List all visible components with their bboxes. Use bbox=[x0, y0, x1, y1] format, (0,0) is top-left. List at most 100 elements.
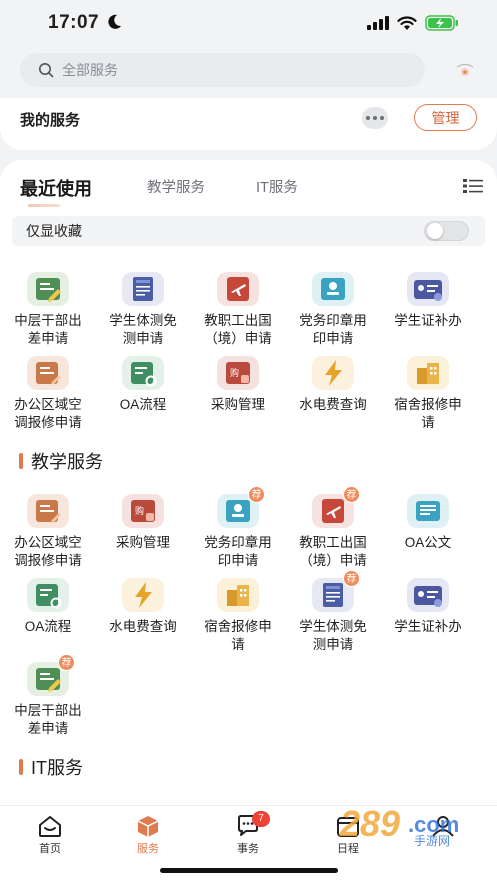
service-item[interactable]: 水电费查询 bbox=[286, 356, 380, 414]
recommended-badge: 荐 bbox=[343, 486, 360, 503]
service-label-line: 宿舍报修申 bbox=[204, 619, 272, 634]
teaching-section-title: 教学服务 bbox=[19, 448, 103, 474]
cellular-signal-icon bbox=[367, 16, 389, 30]
search-input[interactable]: 全部服务 bbox=[20, 53, 425, 87]
service-label-line: 党务印章用 bbox=[204, 535, 272, 550]
student-card-icon bbox=[407, 272, 449, 306]
service-item[interactable]: 学生证补办 bbox=[381, 272, 475, 330]
service-item[interactable]: 学生证补办 bbox=[381, 578, 475, 636]
recommended-badge: 荐 bbox=[248, 486, 265, 503]
service-label-line: 办公区域空 bbox=[14, 397, 82, 412]
service-label: 学生证补办 bbox=[381, 312, 475, 330]
tabbar-affairs[interactable]: 事务 7 bbox=[218, 811, 278, 856]
service-item[interactable]: 宿舍报修申请 bbox=[191, 578, 285, 654]
favorites-toggle[interactable] bbox=[424, 221, 469, 241]
tab-active-indicator bbox=[28, 204, 60, 207]
service-item[interactable]: OA流程 bbox=[96, 356, 190, 414]
service-label-line: OA公文 bbox=[404, 535, 452, 550]
seal-icon bbox=[312, 272, 354, 306]
service-label: 党务印章用 印申请 bbox=[286, 312, 380, 348]
service-item[interactable]: 办公区域空 调报修申请 bbox=[1, 356, 95, 432]
service-label-line: 中层干部出 bbox=[14, 703, 82, 718]
service-item[interactable]: OA流程 bbox=[1, 578, 95, 636]
service-item[interactable]: OA公文 bbox=[381, 494, 475, 552]
service-item[interactable]: 荐教职工出国 （境）申请 bbox=[286, 486, 380, 570]
service-item[interactable]: 中层干部出 差申请 bbox=[1, 272, 95, 348]
service-label-line: 中层干部出 bbox=[14, 313, 82, 328]
service-label: 宿舍报修申请 bbox=[191, 618, 285, 654]
purchase-icon: 购 bbox=[122, 494, 164, 528]
service-label: 教职工出国 （境）申请 bbox=[286, 534, 380, 570]
service-item[interactable]: 荐中层干部出差申请 bbox=[1, 654, 95, 738]
moon-icon bbox=[108, 14, 121, 29]
service-label: 教职工出国 （境）申请 bbox=[191, 312, 285, 348]
business-trip-icon bbox=[27, 272, 69, 306]
service-item[interactable]: 办公区域空 调报修申请 bbox=[1, 494, 95, 570]
service-label-line: 采购管理 bbox=[116, 535, 170, 550]
utility-bill-icon bbox=[122, 578, 164, 612]
fitness-test-icon: 荐 bbox=[312, 570, 360, 612]
cube-icon bbox=[137, 816, 159, 837]
service-item[interactable]: 购采购管理 bbox=[191, 356, 285, 414]
tab-recent[interactable]: 最近使用 bbox=[20, 175, 92, 201]
list-view-icon[interactable] bbox=[463, 178, 483, 194]
service-label-line: 采购管理 bbox=[211, 397, 265, 412]
tabbar-services[interactable]: 服务 bbox=[118, 814, 178, 856]
service-label-line: 差申请 bbox=[27, 331, 69, 346]
it-section-title: IT服务 bbox=[19, 754, 83, 780]
service-item[interactable]: 荐学生体测免 测申请 bbox=[286, 570, 380, 654]
service-label-line: 差申请 bbox=[27, 721, 69, 736]
tabbar-services-label: 服务 bbox=[137, 843, 159, 855]
dorm-repair-icon bbox=[217, 578, 259, 612]
service-item[interactable]: 宿舍报修申请 bbox=[381, 356, 475, 432]
more-button[interactable] bbox=[362, 107, 388, 129]
home-icon bbox=[39, 816, 61, 837]
service-label: 学生证补办 bbox=[381, 618, 475, 636]
manage-button[interactable]: 管理 bbox=[414, 104, 477, 131]
service-label: 中层干部出 差申请 bbox=[1, 312, 95, 348]
teaching-section-label: 教学服务 bbox=[31, 452, 103, 472]
wifi-icon bbox=[397, 15, 417, 30]
favorites-filter-label: 仅显收藏 bbox=[26, 223, 82, 239]
service-label-line: OA流程 bbox=[24, 619, 72, 634]
status-bar: 17:07 bbox=[0, 0, 497, 46]
service-label: 中层干部出 差申请 bbox=[1, 702, 95, 738]
tabbar-home[interactable]: 首页 bbox=[20, 814, 80, 856]
home-indicator bbox=[160, 868, 338, 873]
service-label-line: 学生证补办 bbox=[394, 619, 462, 634]
service-item[interactable]: 荐党务印章用印申请 bbox=[191, 486, 285, 570]
service-item[interactable]: 学生体测免 测申请 bbox=[96, 272, 190, 348]
oa-document-icon bbox=[407, 494, 449, 528]
service-label-line: 学生证补办 bbox=[394, 313, 462, 328]
going-abroad-icon bbox=[217, 272, 259, 306]
svg-text:289: 289 bbox=[339, 803, 400, 844]
service-label: 采购管理 bbox=[96, 534, 190, 552]
tab-it[interactable]: IT服务 bbox=[256, 176, 298, 197]
service-label-line: 水电费查询 bbox=[299, 397, 367, 412]
service-label-line: （境）申请 bbox=[204, 331, 272, 346]
business-trip-icon: 荐 bbox=[27, 654, 75, 696]
tabbar-affairs-label: 事务 bbox=[237, 843, 259, 855]
service-label: 水电费查询 bbox=[286, 396, 380, 414]
service-label-line: 印申请 bbox=[217, 553, 259, 568]
seal-icon: 荐 bbox=[217, 486, 265, 528]
favorites-filter-row: 仅显收藏 bbox=[12, 216, 485, 246]
service-label: OA流程 bbox=[1, 618, 95, 636]
recommended-badge: 荐 bbox=[343, 570, 360, 587]
service-label-line: 教职工出国 bbox=[299, 535, 367, 550]
tab-teaching[interactable]: 教学服务 bbox=[147, 176, 205, 197]
recommended-badge: 荐 bbox=[58, 654, 75, 671]
section-marker bbox=[19, 453, 23, 469]
service-item[interactable]: 教职工出国 （境）申请 bbox=[191, 272, 285, 348]
unread-badge: 7 bbox=[252, 811, 270, 827]
service-label: 宿舍报修申请 bbox=[381, 396, 475, 432]
service-item[interactable]: 水电费查询 bbox=[96, 578, 190, 636]
watermark-logo: 289 .com 手游网 bbox=[339, 803, 459, 848]
status-icons bbox=[367, 15, 459, 31]
aircon-repair-icon bbox=[27, 494, 69, 528]
badge-avatar-icon[interactable] bbox=[452, 58, 478, 84]
service-item[interactable]: 党务印章用 印申请 bbox=[286, 272, 380, 348]
service-label: 党务印章用 印申请 bbox=[191, 534, 285, 570]
service-item[interactable]: 购采购管理 bbox=[96, 494, 190, 552]
aircon-repair-icon bbox=[27, 356, 69, 390]
